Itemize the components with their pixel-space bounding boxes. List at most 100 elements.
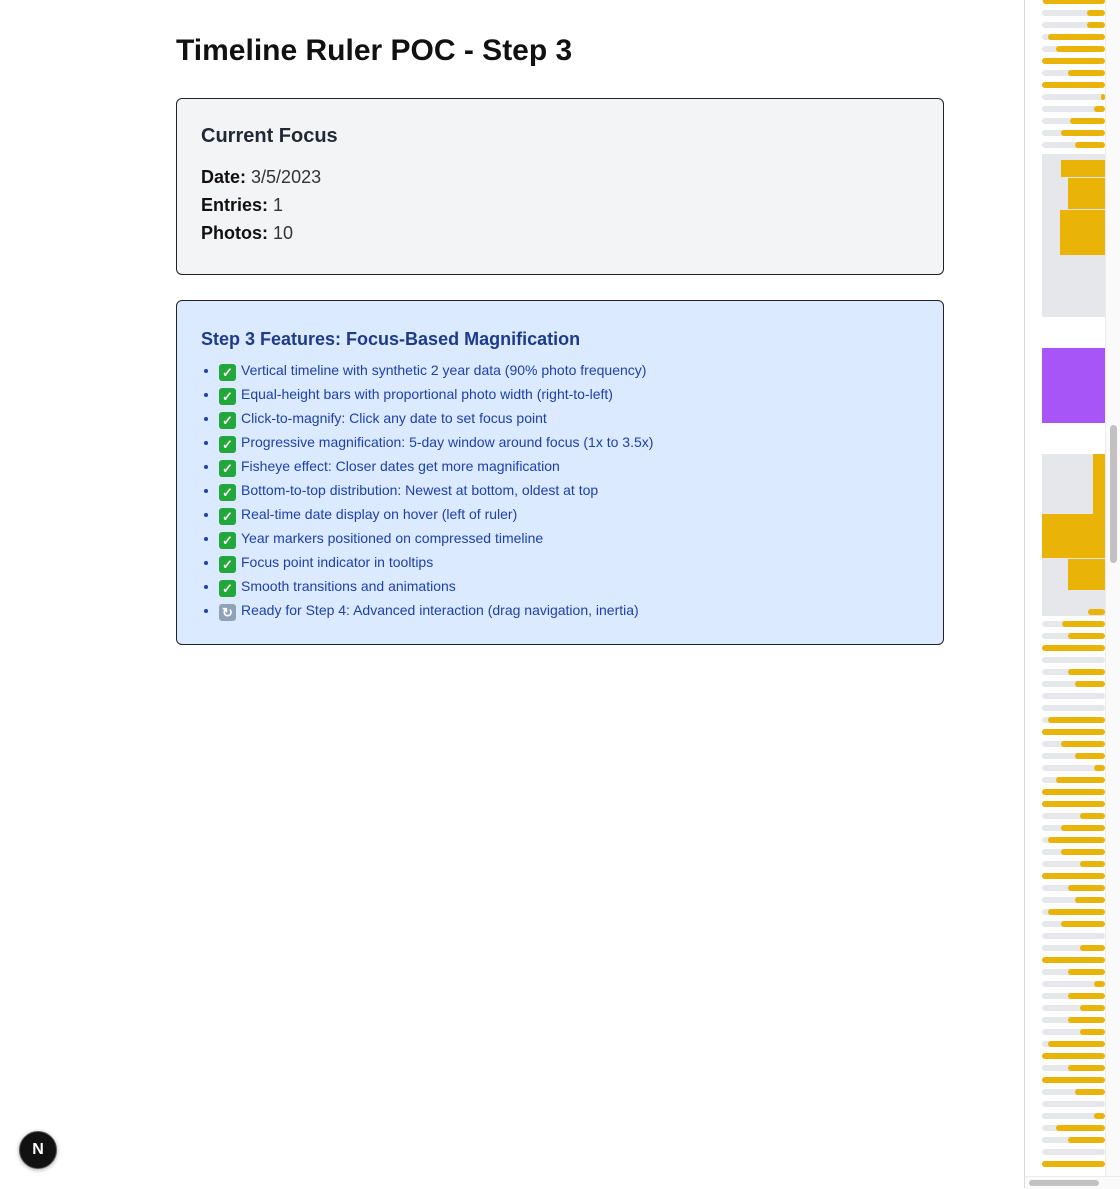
timeline-bar[interactable] (1042, 1113, 1105, 1119)
timeline-bar[interactable] (1042, 753, 1105, 759)
timeline-bar[interactable] (1042, 801, 1105, 807)
magnified-day[interactable] (1042, 154, 1105, 317)
timeline-bar[interactable] (1042, 945, 1105, 951)
timeline-bar[interactable] (1042, 142, 1105, 148)
timeline-bar[interactable] (1042, 1077, 1105, 1083)
feature-text: Click-to-magnify: Click any date to set … (241, 410, 547, 426)
photo-bar (1062, 621, 1105, 627)
next-dev-badge[interactable]: N (19, 1131, 57, 1169)
photo-bar (1048, 1041, 1105, 1047)
photo-bar (1061, 130, 1105, 136)
photo-bar (1048, 909, 1105, 915)
timeline-bar[interactable] (1042, 1029, 1105, 1035)
photo-bar (1087, 10, 1105, 16)
timeline-bar[interactable] (1042, 717, 1105, 723)
photo-bar (1068, 633, 1105, 639)
photo-bar (1042, 82, 1105, 88)
timeline-bar[interactable] (1042, 58, 1105, 64)
timeline-bar[interactable] (1042, 681, 1105, 687)
timeline-bar[interactable] (1042, 22, 1105, 28)
feature-item: ✓ Progressive magnification: 5-day window… (219, 430, 919, 454)
feature-text: Real-time date display on hover (left of… (241, 506, 518, 522)
timeline-bar[interactable] (1042, 118, 1105, 124)
timeline-bar[interactable] (1042, 885, 1105, 891)
timeline-bar[interactable] (1042, 909, 1105, 915)
timeline-bar[interactable] (1042, 813, 1105, 819)
photo-bar (1068, 885, 1105, 891)
timeline-bar[interactable] (1042, 70, 1105, 76)
feature-item: ✓ Focus point indicator in tooltips (219, 550, 919, 574)
timeline-bar[interactable] (1042, 729, 1105, 735)
photo-bar (1068, 1017, 1105, 1023)
timeline-bar[interactable] (1042, 1137, 1105, 1143)
timeline-bar[interactable] (1042, 873, 1105, 879)
timeline-bar[interactable] (1042, 693, 1105, 699)
timeline-bar[interactable] (1042, 789, 1105, 795)
timeline-bar[interactable] (1042, 705, 1105, 711)
timeline-bar[interactable] (1042, 921, 1105, 927)
timeline-bar[interactable] (1042, 957, 1105, 963)
timeline-bar[interactable] (1042, 0, 1105, 4)
photo-bar (1060, 210, 1105, 255)
timeline-bar[interactable] (1042, 1005, 1105, 1011)
timeline-bar[interactable] (1042, 993, 1105, 999)
photo-bar (1080, 945, 1105, 951)
timeline-bar[interactable] (1042, 1065, 1105, 1071)
timeline-bar[interactable] (1042, 825, 1105, 831)
timeline-bar[interactable] (1042, 969, 1105, 975)
photo-bar (1048, 837, 1105, 843)
vertical-scrollbar[interactable] (1105, 0, 1120, 1176)
timeline-bar[interactable] (1042, 82, 1105, 88)
focus-date-label: Date: (201, 167, 247, 187)
focus-indicator[interactable] (1042, 348, 1105, 423)
timeline-bar[interactable] (1042, 10, 1105, 16)
photo-bar (1061, 921, 1105, 927)
timeline-bar[interactable] (1042, 837, 1105, 843)
timeline-bar[interactable] (1042, 645, 1105, 651)
photo-bar (1042, 789, 1105, 795)
timeline-bar[interactable] (1042, 1149, 1105, 1155)
timeline-bar[interactable] (1042, 130, 1105, 136)
timeline-bar[interactable] (1042, 657, 1105, 663)
timeline-bar[interactable] (1042, 106, 1105, 112)
timeline-bar[interactable] (1042, 46, 1105, 52)
timeline-bar[interactable] (1042, 1101, 1105, 1107)
photo-bar (1068, 1065, 1105, 1071)
feature-item: ✓ Fisheye effect: Closer dates get more m… (219, 454, 919, 478)
timeline-bar[interactable] (1042, 981, 1105, 987)
timeline-bar[interactable] (1042, 849, 1105, 855)
photo-bar (1042, 801, 1105, 807)
timeline-bar[interactable] (1042, 609, 1105, 615)
timeline-bar[interactable] (1042, 633, 1105, 639)
timeline-bar[interactable] (1042, 897, 1105, 903)
photo-bar (1068, 178, 1105, 209)
photo-bar (1080, 813, 1105, 819)
horizontal-scrollbar[interactable] (1025, 1176, 1120, 1189)
timeline-bar[interactable] (1042, 34, 1105, 40)
photo-bar (1061, 741, 1105, 747)
timeline-bar[interactable] (1042, 1125, 1105, 1131)
feature-list: ✓ Vertical timeline with synthetic 2 year… (201, 358, 919, 622)
timeline-bar[interactable] (1042, 94, 1105, 100)
timeline-bar[interactable] (1042, 1161, 1105, 1167)
vertical-scrollbar-thumb[interactable] (1110, 425, 1117, 563)
timeline-bar[interactable] (1042, 765, 1105, 771)
timeline-bar[interactable] (1042, 1089, 1105, 1095)
check-mark-icon: ✓ (219, 412, 236, 429)
photo-bar (1068, 993, 1105, 999)
photo-bar (1048, 717, 1105, 723)
timeline-bar[interactable] (1042, 933, 1105, 939)
timeline-bar[interactable] (1042, 861, 1105, 867)
horizontal-scrollbar-thumb[interactable] (1029, 1180, 1099, 1186)
focus-entries-value: 1 (273, 195, 284, 215)
timeline-bar[interactable] (1042, 1017, 1105, 1023)
timeline-bar[interactable] (1042, 741, 1105, 747)
timeline-bar[interactable] (1042, 621, 1105, 627)
timeline-bar[interactable] (1042, 1053, 1105, 1059)
timeline-bar[interactable] (1042, 669, 1105, 675)
photo-bar (1075, 142, 1105, 148)
magnified-day[interactable] (1042, 454, 1105, 616)
timeline-bar[interactable] (1042, 1041, 1105, 1047)
photo-bar (1061, 825, 1105, 831)
timeline-bar[interactable] (1042, 777, 1105, 783)
